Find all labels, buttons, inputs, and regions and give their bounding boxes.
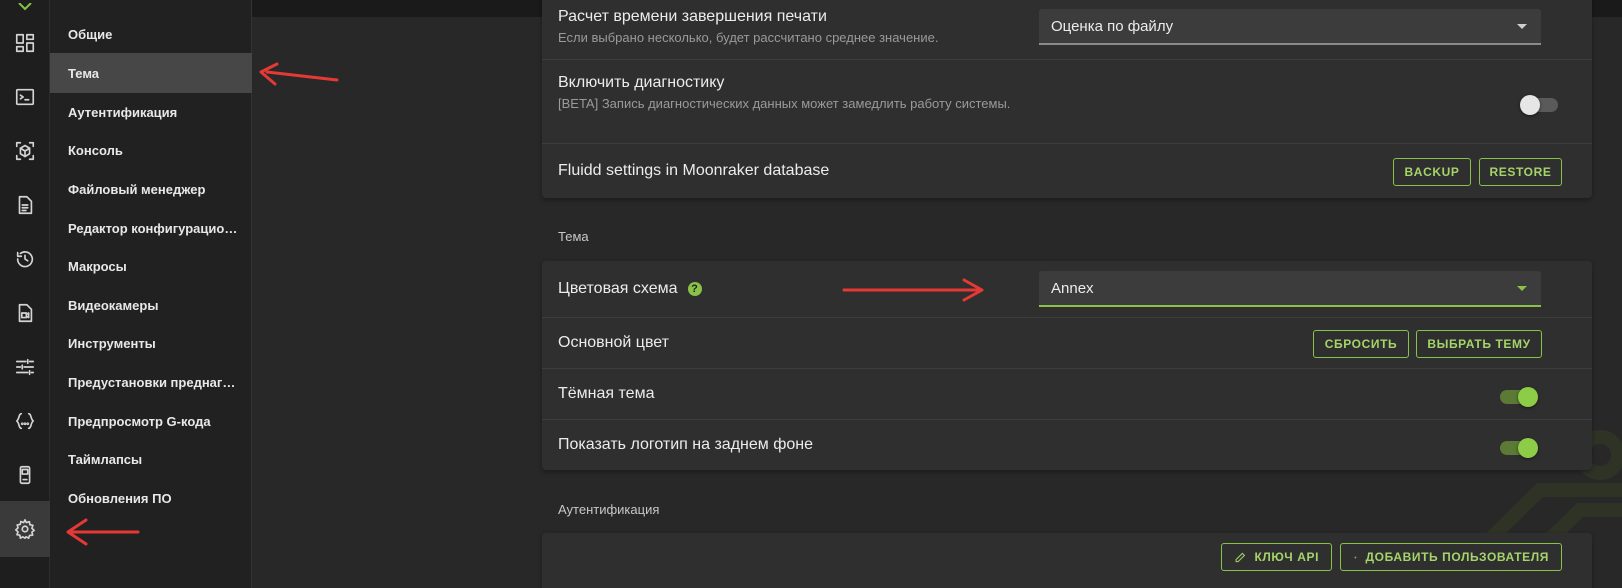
dashboard-icon: [15, 33, 35, 53]
choose-theme-button[interactable]: ВЫБРАТЬ ТЕМУ: [1416, 330, 1542, 358]
color-scheme-row: Цветовая схема? Annex: [542, 261, 1592, 318]
rail-console[interactable]: [0, 69, 50, 125]
chevron-down-icon: [1517, 286, 1527, 291]
nav-item-tools[interactable]: Инструменты: [50, 323, 252, 363]
nav-item-software-updates[interactable]: Обновления ПО: [50, 478, 252, 518]
file-list-icon: [18, 195, 33, 215]
dark-theme-toggle[interactable]: [1500, 387, 1538, 407]
rail-timelapse[interactable]: [0, 285, 50, 341]
rail-system[interactable]: [0, 447, 50, 503]
settings-navigation: Общие Тема Аутентификация Консоль Файлов…: [50, 0, 252, 588]
diagnostics-title: Включить диагностику: [558, 74, 725, 91]
print-time-select[interactable]: Оценка по файлу: [1039, 9, 1541, 45]
restore-button[interactable]: RESTORE: [1479, 158, 1562, 186]
rail-configuration[interactable]: [0, 393, 50, 449]
show-logo-row: Показать логотип на заднем фоне: [542, 420, 1592, 470]
console-icon: [15, 88, 35, 106]
help-icon[interactable]: ?: [687, 282, 702, 296]
rail-tune[interactable]: [0, 339, 50, 395]
general-settings-card: Расчет времени завершения печати Если вы…: [542, 0, 1592, 198]
rail-printer[interactable]: [0, 123, 50, 179]
cube-icon: [15, 141, 35, 161]
rail-dashboard[interactable]: [0, 15, 50, 71]
app-logo: [0, 0, 50, 11]
nav-item-theme[interactable]: Тема: [50, 53, 252, 93]
nav-item-gcode-preview[interactable]: Предпросмотр G-кода: [50, 401, 252, 441]
device-icon: [19, 465, 31, 485]
api-key-button[interactable]: КЛЮЧ API: [1221, 543, 1332, 571]
rail-jobs[interactable]: [0, 177, 50, 233]
print-time-title: Расчет времени завершения печати: [558, 8, 827, 25]
diagnostics-row: Включить диагностику [BETA] Запись диагн…: [542, 60, 1592, 144]
gear-icon: [15, 519, 35, 539]
rail-settings[interactable]: [0, 501, 50, 557]
nav-item-file-manager[interactable]: Файловый менеджер: [50, 169, 252, 209]
print-time-subtitle: Если выбрано несколько, будет рассчитано…: [558, 30, 939, 45]
sliders-icon: [15, 358, 35, 376]
icon-navigation-rail: [0, 0, 50, 588]
backup-button[interactable]: BACKUP: [1393, 158, 1471, 186]
moonraker-db-row: Fluidd settings in Moonraker database BA…: [542, 144, 1592, 198]
pencil-icon: [1235, 552, 1246, 562]
annotation-arrow-settings-rail: [66, 518, 140, 546]
annotation-arrow-theme-nav: [259, 62, 339, 86]
nav-item-timelapses[interactable]: Таймлапсы: [50, 439, 252, 479]
diagnostics-subtitle: [BETA] Запись диагностических данных мож…: [558, 96, 1011, 111]
dark-theme-title: Тёмная тема: [558, 385, 655, 402]
authentication-section-title: Аутентификация: [558, 502, 660, 517]
chevron-down-icon: [1517, 24, 1527, 29]
camera-file-icon: [18, 303, 33, 323]
code-braces-icon: [15, 412, 35, 430]
nav-item-config-editor[interactable]: Редактор конфигурационных файлов: [50, 208, 252, 248]
primary-color-title: Основной цвет: [558, 334, 669, 351]
color-scheme-title: Цветовая схема?: [558, 280, 702, 298]
diagnostics-toggle[interactable]: [1520, 95, 1558, 115]
plus-icon: [1353, 555, 1357, 559]
print-time-row: Расчет времени завершения печати Если вы…: [542, 0, 1592, 60]
reset-color-button[interactable]: СБРОСИТЬ: [1313, 330, 1409, 358]
nav-item-macros[interactable]: Макросы: [50, 246, 252, 286]
theme-settings-card: Цветовая схема? Annex Основной цвет СБРО…: [542, 261, 1592, 470]
nav-item-cameras[interactable]: Видеокамеры: [50, 285, 252, 325]
nav-item-authentication[interactable]: Аутентификация: [50, 92, 252, 132]
nav-item-console[interactable]: Консоль: [50, 130, 252, 170]
show-logo-toggle[interactable]: [1500, 438, 1538, 458]
primary-color-row: Основной цвет СБРОСИТЬ ВЫБРАТЬ ТЕМУ: [542, 318, 1592, 369]
annotation-arrow-color-scheme: [842, 278, 984, 302]
authentication-card: КЛЮЧ API ДОБАВИТЬ ПОЛЬЗОВАТЕЛЯ: [542, 533, 1592, 588]
show-logo-title: Показать логотип на заднем фоне: [558, 436, 814, 453]
moonraker-db-title: Fluidd settings in Moonraker database: [558, 162, 830, 179]
add-user-button[interactable]: ДОБАВИТЬ ПОЛЬЗОВАТЕЛЯ: [1340, 543, 1562, 571]
dark-theme-row: Тёмная тема: [542, 369, 1592, 420]
nav-item-preheat-presets[interactable]: Предустановки преднагрева: [50, 362, 252, 402]
theme-section-title: Тема: [558, 229, 589, 244]
nav-item-general[interactable]: Общие: [50, 14, 252, 54]
history-icon: [16, 251, 34, 268]
color-scheme-select[interactable]: Annex: [1039, 271, 1541, 307]
rail-history[interactable]: [0, 231, 50, 287]
